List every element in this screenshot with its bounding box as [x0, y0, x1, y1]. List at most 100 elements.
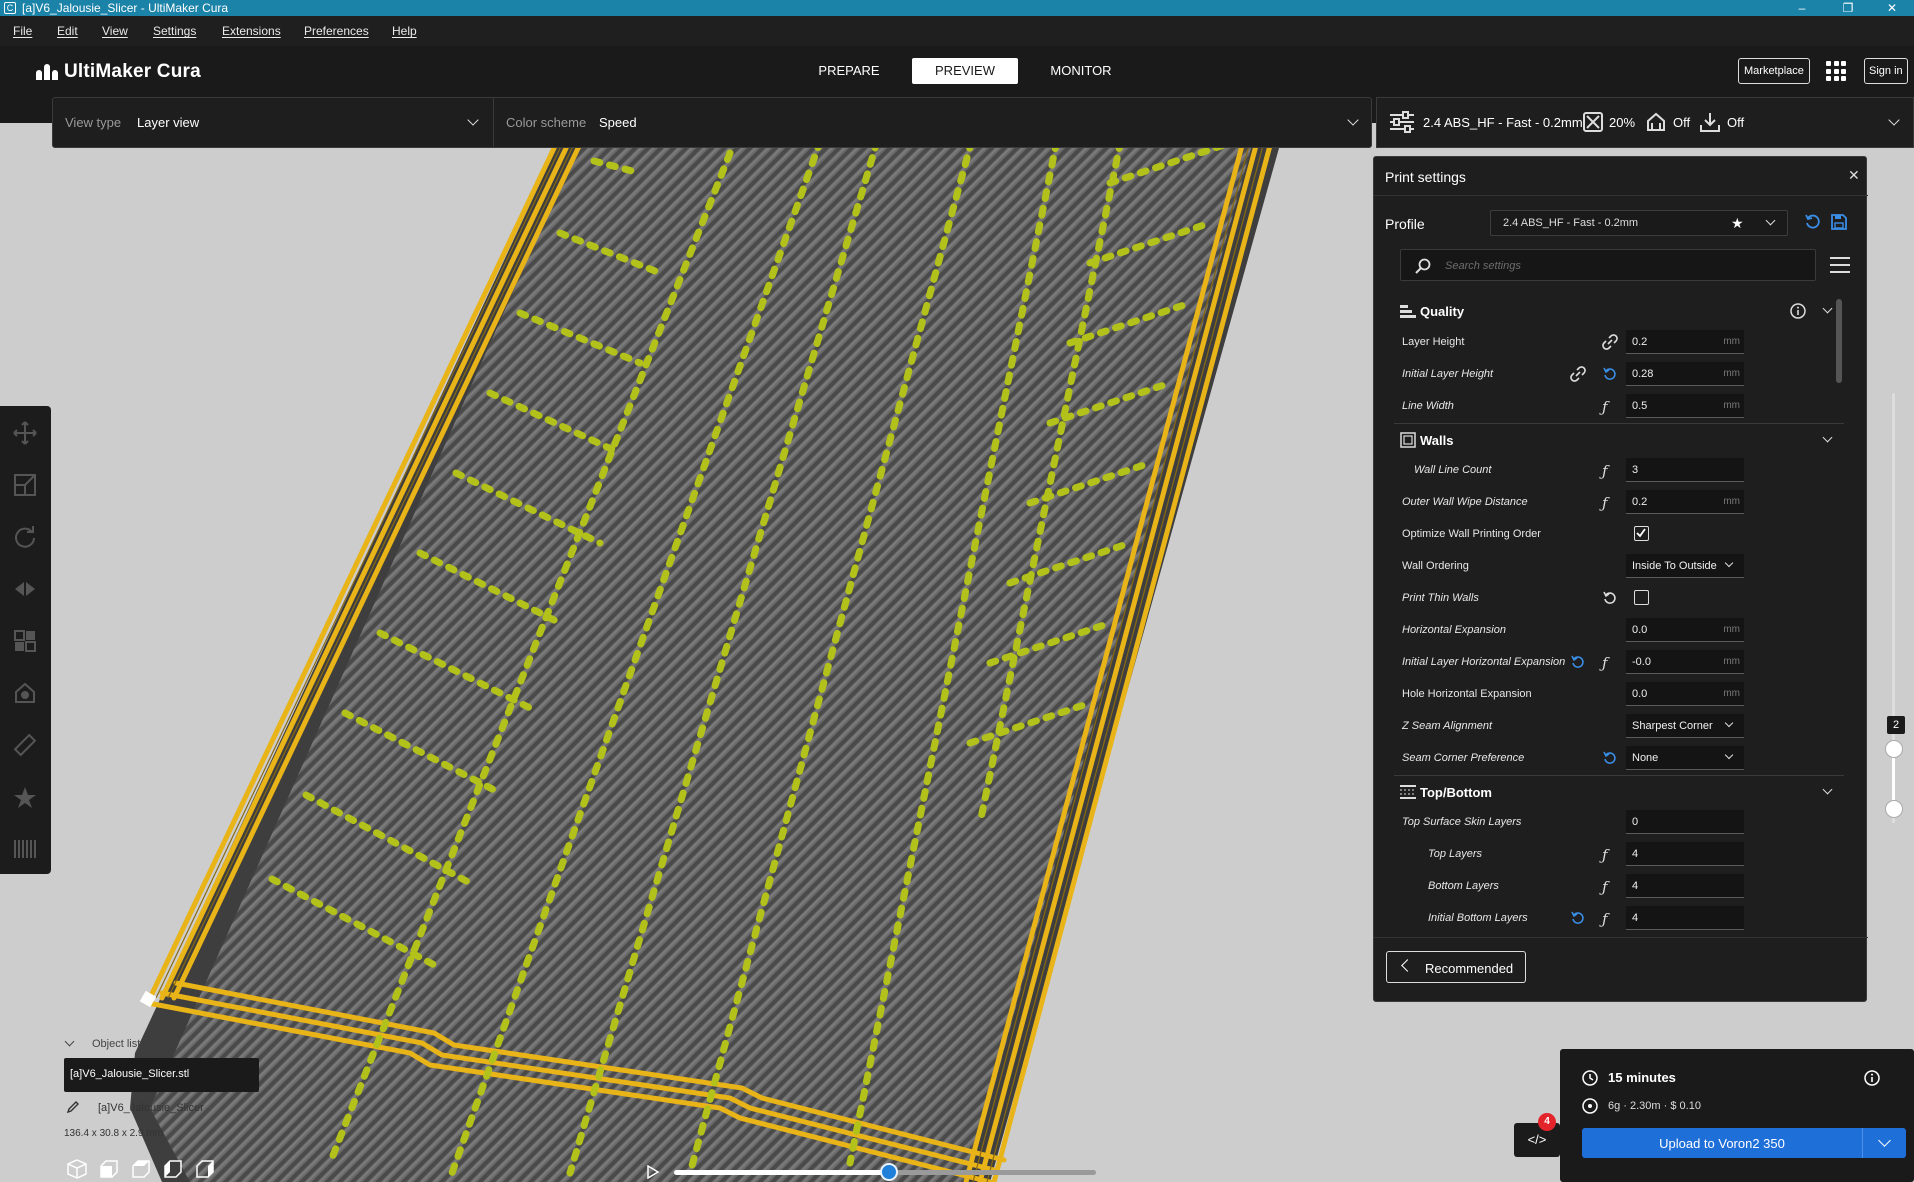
setting-initial-layer-hexp: Initial Layer Horizontal Expansion ƒ -0.… [1394, 647, 1844, 679]
initial-bottom-layers-input[interactable]: 4 [1626, 906, 1744, 930]
close-icon[interactable]: ✕ [1848, 167, 1860, 184]
wall-line-count-input[interactable]: 3 [1626, 458, 1744, 482]
chevron-down-icon[interactable] [1888, 114, 1900, 126]
move-tool-icon[interactable] [12, 420, 38, 446]
view-type-select[interactable]: Layer view [137, 115, 199, 130]
initial-layer-hexp-input[interactable]: -0.0 mm [1626, 650, 1744, 674]
minimize-button[interactable]: – [1780, 0, 1824, 16]
support-blocker-icon[interactable] [12, 680, 38, 706]
tab-preview[interactable]: PREVIEW [912, 58, 1018, 84]
menu-edit[interactable]: Edit [57, 24, 78, 38]
category-walls[interactable]: Walls [1394, 423, 1844, 455]
chevron-down-icon[interactable] [1765, 215, 1776, 226]
hole-hexp-input[interactable]: 0.0 mm [1626, 682, 1744, 706]
seam-corner-select[interactable]: None [1626, 746, 1744, 770]
top-layers-input[interactable]: 4 [1626, 842, 1744, 866]
optimize-wall-checkbox[interactable] [1634, 526, 1649, 541]
left-view-icon[interactable] [162, 1158, 184, 1180]
sign-in-button[interactable]: Sign in [1864, 58, 1908, 84]
field-value: 4 [1632, 912, 1639, 924]
menu-settings[interactable]: Settings [153, 24, 196, 38]
top-view-icon[interactable] [130, 1158, 152, 1180]
chevron-down-icon[interactable] [1347, 114, 1359, 126]
outer-wall-wipe-input[interactable]: 0.2 mm [1626, 490, 1744, 514]
print-setup-selector[interactable]: 2.4 ABS_HF - Fast - 0.2mm 20% Off Off [1376, 97, 1914, 148]
chevron-down-icon[interactable] [467, 114, 479, 126]
upload-to-printer-button[interactable]: Upload to Voron2 350 [1582, 1128, 1906, 1158]
settings-list[interactable]: Quality Layer Height 0.2 mm Initial Layer… [1394, 295, 1854, 935]
settings-visibility-menu-icon[interactable] [1830, 257, 1850, 273]
object-list-item[interactable]: [a]V6_Jalousie_Slicer.stl [64, 1058, 259, 1092]
wall-ordering-select[interactable]: Inside To Outside [1626, 554, 1744, 578]
field-unit: mm [1723, 624, 1740, 635]
chevron-down-icon[interactable] [1822, 784, 1833, 795]
layer-slider[interactable] [1882, 393, 1906, 823]
search-input[interactable] [1445, 257, 1805, 275]
initial-layer-height-input[interactable]: 0.28 mm [1626, 362, 1744, 386]
reset-icon[interactable] [1602, 366, 1618, 382]
setting-line-width: Line Width ƒ 0.5 mm [1394, 391, 1844, 423]
pencil-icon[interactable] [66, 1100, 80, 1117]
marketplace-button[interactable]: Marketplace [1738, 58, 1810, 84]
tab-prepare[interactable]: PREPARE [796, 58, 902, 84]
bottom-layers-input[interactable]: 4 [1626, 874, 1744, 898]
scale-tool-icon[interactable] [12, 472, 38, 498]
object-list-header[interactable]: Object list [92, 1038, 140, 1050]
top-surface-skin-input[interactable]: 0 [1626, 810, 1744, 834]
right-view-icon[interactable] [194, 1158, 216, 1180]
horizontal-expansion-input[interactable]: 0.0 mm [1626, 618, 1744, 642]
reset-icon[interactable] [1602, 750, 1618, 766]
menu-help[interactable]: Help [392, 24, 417, 38]
rotate-tool-icon[interactable] [12, 524, 38, 550]
menu-extensions[interactable]: Extensions [222, 24, 281, 38]
menu-file[interactable]: File [13, 24, 32, 38]
upper-handle[interactable] [1885, 740, 1903, 758]
mirror-tool-icon[interactable] [12, 576, 38, 602]
per-model-settings-icon[interactable] [12, 628, 38, 654]
star-tool-icon[interactable] [12, 784, 38, 810]
color-scheme-select[interactable]: Speed [599, 115, 637, 130]
chevron-down-icon[interactable] [1878, 1134, 1891, 1147]
reset-icon[interactable] [1570, 654, 1586, 670]
front-view-icon[interactable] [98, 1158, 120, 1180]
recommended-button[interactable]: Recommended [1386, 951, 1526, 983]
reset-profile-icon[interactable] [1804, 213, 1822, 234]
print-thin-walls-checkbox[interactable] [1634, 590, 1649, 605]
function-icon: ƒ [1602, 878, 1608, 896]
restore-button[interactable]: ❐ [1826, 0, 1870, 16]
setting-label: Horizontal Expansion [1402, 624, 1506, 636]
profile-dropdown[interactable]: 2.4 ABS_HF - Fast - 0.2mm ★ [1490, 210, 1788, 236]
info-icon[interactable] [1864, 1070, 1880, 1089]
layer-height-input[interactable]: 0.2 mm [1626, 330, 1744, 354]
close-window-button[interactable]: ✕ [1870, 0, 1914, 16]
z-seam-select[interactable]: Sharpest Corner [1626, 714, 1744, 738]
barcode-tool-icon[interactable] [12, 836, 38, 862]
lower-handle[interactable] [1885, 800, 1903, 818]
line-width-input[interactable]: 0.5 mm [1626, 394, 1744, 418]
chevron-down-icon[interactable] [1822, 303, 1833, 314]
field-unit: mm [1723, 496, 1740, 507]
menu-preferences[interactable]: Preferences [304, 24, 369, 38]
play-icon[interactable] [646, 1164, 660, 1180]
category-top-bottom[interactable]: Top/Bottom [1394, 775, 1844, 807]
tab-monitor[interactable]: MONITOR [1028, 58, 1134, 84]
measure-tool-icon[interactable] [12, 732, 38, 758]
setting-label: Z Seam Alignment [1402, 720, 1493, 732]
reset-icon[interactable] [1602, 590, 1618, 606]
save-profile-icon[interactable] [1830, 213, 1848, 234]
chevron-down-icon[interactable] [64, 1036, 75, 1047]
quality-icon [1400, 303, 1416, 319]
reset-icon[interactable] [1570, 910, 1586, 926]
apps-grid-icon[interactable] [1826, 61, 1846, 81]
category-quality[interactable]: Quality [1394, 295, 1844, 327]
info-icon[interactable] [1790, 303, 1806, 322]
chevron-down-icon[interactable] [1822, 432, 1833, 443]
setting-optimize-wall-order: Optimize Wall Printing Order [1394, 519, 1844, 551]
star-icon[interactable]: ★ [1731, 215, 1744, 232]
profile-label: Profile [1385, 216, 1425, 232]
search-settings-field[interactable] [1400, 249, 1816, 281]
3d-view-icon[interactable] [66, 1158, 88, 1180]
menu-view[interactable]: View [102, 24, 128, 38]
settings-scrollbar[interactable] [1836, 299, 1842, 383]
current-layer-badge[interactable]: 2 [1887, 716, 1905, 734]
